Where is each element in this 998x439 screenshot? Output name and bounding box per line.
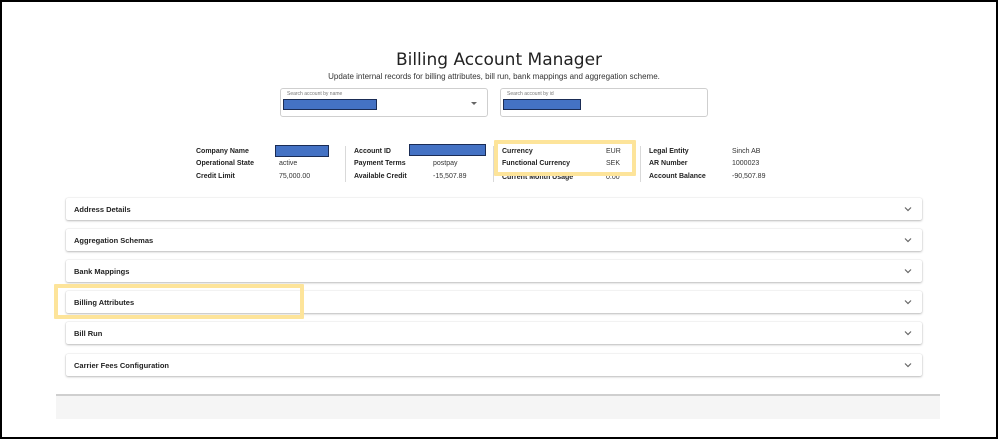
chevron-down-icon[interactable]	[904, 298, 912, 306]
search-by-id-input[interactable]: Search account by id	[500, 88, 708, 117]
account-balance-value: -90,507.89	[732, 173, 766, 180]
panel-address-details[interactable]: Address Details	[66, 198, 922, 220]
redacted-account-id	[503, 99, 581, 110]
legal-entity-value: Sinch AB	[732, 148, 761, 155]
operational-state-value: active	[279, 160, 298, 167]
billing-attributes-highlight	[54, 284, 304, 319]
chevron-down-icon[interactable]	[904, 205, 912, 213]
panel-label: Bank Mappings	[74, 267, 130, 276]
panel-bank-mappings[interactable]: Bank Mappings	[66, 260, 922, 282]
payment-terms-value: postpay	[433, 160, 458, 167]
company-name-label: Company Name	[196, 148, 249, 155]
caret-down-icon[interactable]	[471, 102, 477, 105]
redacted-company-name	[275, 145, 329, 157]
chevron-down-icon[interactable]	[904, 236, 912, 244]
available-credit-label: Available Credit	[354, 173, 407, 180]
account-balance-label: Account Balance	[649, 173, 706, 180]
column-divider	[345, 146, 346, 182]
ar-number-label: AR Number	[649, 160, 688, 167]
page-title: Billing Account Manager	[395, 50, 603, 70]
ar-number-value: 1000023	[732, 160, 760, 167]
currency-highlight-edge	[498, 172, 632, 173]
account-id-label: Account ID	[354, 148, 391, 155]
search-by-name-select[interactable]: Search account by name	[280, 88, 488, 117]
chevron-down-icon[interactable]	[904, 267, 912, 275]
panel-carrier-fees-configuration[interactable]: Carrier Fees Configuration	[66, 354, 922, 376]
chevron-down-icon[interactable]	[904, 361, 912, 369]
panel-bill-run[interactable]: Bill Run	[66, 322, 922, 344]
available-credit-value: -15,507.89	[433, 173, 467, 180]
footer-bar	[56, 394, 940, 419]
panel-label: Carrier Fees Configuration	[74, 361, 170, 370]
redacted-account-id-value	[409, 144, 486, 156]
redacted-account-name	[283, 99, 377, 110]
panel-label: Address Details	[74, 205, 131, 214]
column-divider	[640, 146, 641, 182]
legal-entity-label: Legal Entity	[649, 148, 689, 155]
panel-label: Bill Run	[74, 329, 103, 338]
page-subtitle: Update internal records for billing attr…	[328, 72, 660, 81]
payment-terms-label: Payment Terms	[354, 160, 406, 167]
operational-state-label: Operational State	[196, 160, 254, 167]
panel-aggregation-schemas[interactable]: Aggregation Schemas	[66, 229, 922, 251]
search-by-id-label: Search account by id	[507, 91, 554, 97]
credit-limit-value: 75,000.00	[279, 173, 311, 180]
chevron-down-icon[interactable]	[904, 329, 912, 337]
currency-highlight	[494, 140, 636, 176]
search-by-name-label: Search account by name	[287, 91, 343, 97]
panel-label: Aggregation Schemas	[74, 236, 154, 245]
credit-limit-label: Credit Limit	[196, 173, 235, 180]
